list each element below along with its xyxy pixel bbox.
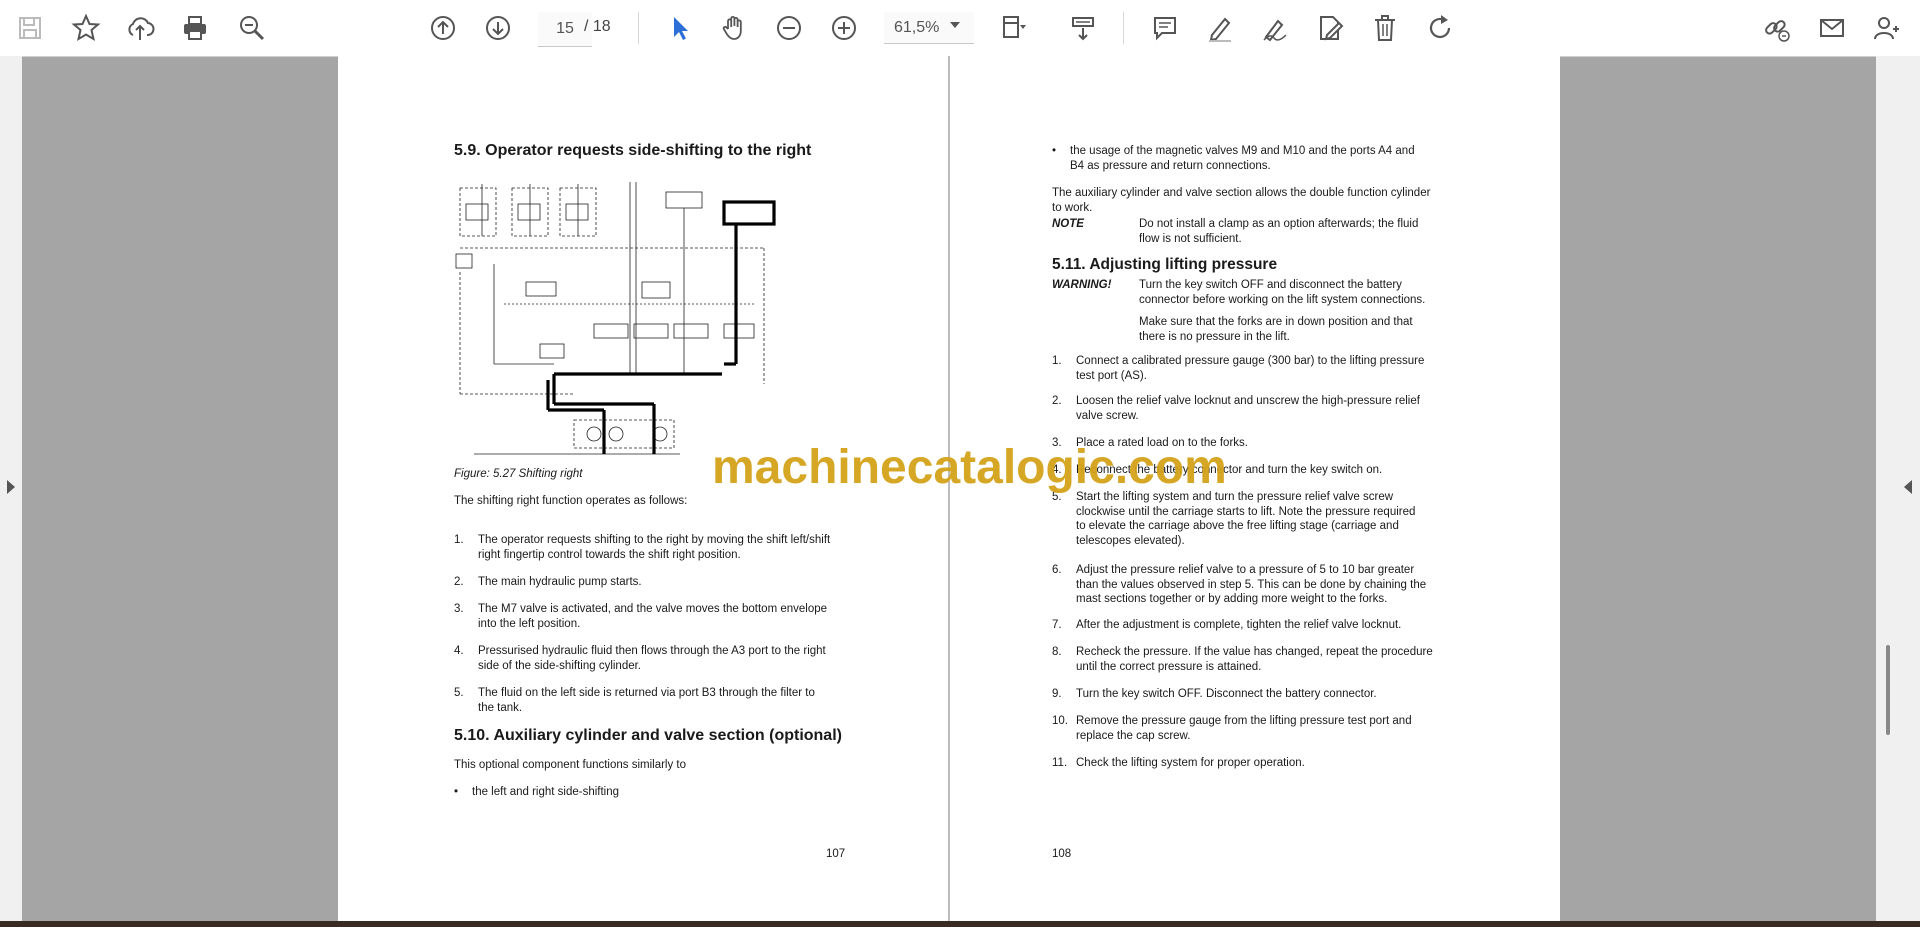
right-panel-toggle-icon[interactable] xyxy=(1904,480,1912,494)
upload-cloud-icon[interactable] xyxy=(120,8,160,48)
section-heading: 5.11. Adjusting lifting pressure xyxy=(1052,256,1278,273)
section-heading: 5.10. Auxiliary cylinder and valve secti… xyxy=(454,727,842,744)
delete-icon[interactable] xyxy=(1365,8,1405,48)
zoom-search-icon[interactable] xyxy=(232,8,272,48)
star-icon[interactable] xyxy=(66,8,106,48)
note-text: Do not install a clamp as an option afte… xyxy=(1139,218,1419,245)
toolbar-divider xyxy=(1123,12,1124,44)
scroll-mode-icon[interactable] xyxy=(1063,8,1103,48)
note-label: NOTE xyxy=(1052,218,1084,230)
section-heading: 5.9. Operator requests side-shifting to … xyxy=(454,142,812,159)
zoom-level-select[interactable]: 61,5% xyxy=(884,12,974,44)
paragraph: This optional component functions simila… xyxy=(454,759,687,771)
sign-icon[interactable] xyxy=(1255,8,1295,48)
page-fit-icon[interactable] xyxy=(993,8,1033,48)
page-total: / 18 xyxy=(584,18,611,35)
toolbar-divider xyxy=(638,12,639,44)
comment-icon[interactable] xyxy=(1145,8,1185,48)
bottom-edge xyxy=(0,921,1920,927)
toolbar: / 18 61,5% xyxy=(0,0,1920,57)
share-link-icon[interactable] xyxy=(1756,8,1796,48)
zoom-out-icon[interactable] xyxy=(769,8,809,48)
page-number: 108 xyxy=(1052,848,1072,860)
vertical-scrollbar[interactable] xyxy=(1886,645,1890,735)
highlight-pen-icon[interactable] xyxy=(1200,8,1240,48)
save-icon[interactable] xyxy=(10,8,50,48)
next-page-icon[interactable] xyxy=(478,8,518,48)
add-user-icon[interactable] xyxy=(1866,8,1906,48)
email-icon[interactable] xyxy=(1812,8,1852,48)
watermark: machinecatalogic.com xyxy=(712,441,1227,494)
figure-caption: Figure: 5.27 Shifting right xyxy=(454,468,583,480)
warning-text: Turn the key switch OFF and disconnect t… xyxy=(1139,279,1426,306)
left-panel-toggle-icon[interactable] xyxy=(7,480,15,494)
zoom-in-icon[interactable] xyxy=(824,8,864,48)
previous-page-icon[interactable] xyxy=(423,8,463,48)
paragraph: The auxiliary cylinder and valve section… xyxy=(1052,187,1431,214)
warning-label: WARNING! xyxy=(1052,279,1112,291)
print-icon[interactable] xyxy=(175,8,215,48)
hydraulic-schematic-figure xyxy=(455,182,776,455)
rotate-icon[interactable] xyxy=(1420,8,1460,48)
chevron-down-icon[interactable] xyxy=(950,22,960,28)
select-cursor-icon[interactable] xyxy=(660,8,700,48)
edit-document-icon[interactable] xyxy=(1310,8,1350,48)
right-panel-strip xyxy=(1876,56,1920,922)
warning-text: Make sure that the forks are in down pos… xyxy=(1139,316,1413,343)
paragraph: The shifting right function operates as … xyxy=(454,495,688,507)
hand-tool-icon[interactable] xyxy=(714,8,754,48)
page-number: 107 xyxy=(826,848,846,860)
